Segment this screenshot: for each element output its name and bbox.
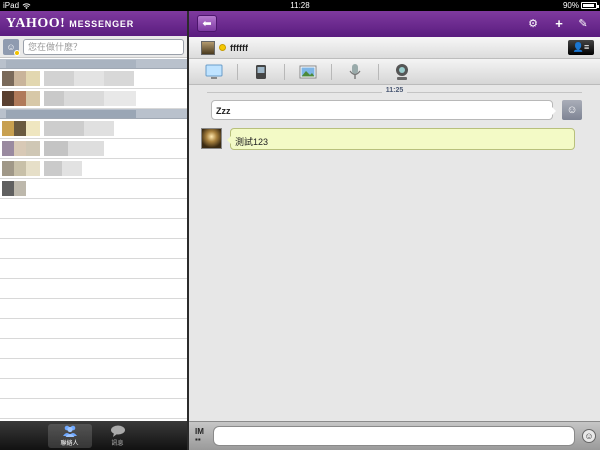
tab-contacts[interactable]: 聯絡人 (47, 424, 92, 448)
display-icon (205, 64, 223, 79)
microphone-icon (349, 63, 361, 79)
contact-group-header[interactable] (0, 109, 187, 119)
webcam-icon (396, 63, 408, 80)
clock: 11:28 (290, 1, 310, 10)
contacts-icon (62, 425, 77, 437)
compose-icon[interactable]: ✎ (576, 17, 590, 31)
call-phone-button[interactable] (246, 62, 276, 82)
send-photo-button[interactable] (293, 62, 323, 82)
contact-row[interactable] (0, 399, 187, 419)
webcam-button[interactable] (387, 62, 417, 82)
contact-row[interactable] (0, 89, 187, 109)
contact-row[interactable] (0, 69, 187, 89)
share-screen-button[interactable] (199, 62, 229, 82)
voice-button[interactable] (340, 62, 370, 82)
self-message-avatar: ☺ (562, 100, 582, 120)
app-header: YAHOO! MESSENGER (0, 11, 187, 36)
contact-row[interactable] (0, 239, 187, 259)
action-toolbar (189, 59, 600, 85)
contact-avatar[interactable] (201, 40, 215, 55)
contact-row[interactable] (0, 339, 187, 359)
phone-icon (256, 64, 266, 79)
gear-icon[interactable]: ⚙ (526, 17, 540, 31)
contact-row[interactable] (0, 299, 187, 319)
battery-icon (581, 2, 599, 9)
message-input-bar: IM ▪▪ ☺ (189, 421, 600, 450)
status-message-input[interactable] (23, 38, 184, 55)
toolbar-divider (284, 63, 285, 80)
toolbar-divider (237, 63, 238, 80)
back-arrow-icon: ⬅ (202, 18, 212, 30)
contact-row[interactable] (0, 119, 187, 139)
message-input[interactable] (213, 426, 575, 446)
smiley-icon: ☺ (584, 431, 594, 441)
photo-icon (299, 65, 317, 78)
im-mode-label[interactable]: IM ▪▪ (195, 428, 204, 444)
online-status-dot (14, 49, 20, 56)
conversation-pane: ⬅ ⚙ + ✎ ffffff 👤≡ 11:25 Zzz ☺ 測試123 IM ▪… (189, 11, 600, 450)
contact-status-dot (219, 44, 226, 51)
plus-icon[interactable]: + (552, 17, 566, 31)
toolbar-divider (331, 63, 332, 80)
back-button[interactable]: ⬅ (197, 15, 217, 32)
contact-row[interactable] (0, 199, 187, 219)
toolbar-divider (378, 63, 379, 80)
contact-message-avatar (201, 128, 222, 149)
profile-card-icon: 👤≡ (572, 42, 590, 52)
contact-row[interactable] (0, 319, 187, 339)
status-bar: iPad 11:28 90% (0, 0, 600, 11)
outgoing-message-bubble: Zzz (211, 100, 556, 120)
contacts-pane: YAHOO! MESSENGER ☺ 您在做什麼？ 聯絡人 訊息 (0, 11, 187, 450)
contact-profile-button[interactable]: 👤≡ (568, 40, 594, 55)
conversation-header: ⬅ ⚙ + ✎ (189, 11, 600, 37)
status-row: ☺ (0, 36, 187, 58)
message-list: 11:25 Zzz ☺ 測試123 (189, 85, 600, 421)
self-avatar[interactable]: ☺ (3, 38, 20, 56)
message-timestamp: 11:25 (189, 87, 600, 94)
contact-row[interactable] (0, 179, 187, 199)
contact-row[interactable] (0, 359, 187, 379)
incoming-message-bubble: 測試123 (227, 128, 575, 150)
contact-row[interactable] (0, 279, 187, 299)
contact-row[interactable] (0, 159, 187, 179)
tab-messages-label: 訊息 (111, 441, 124, 447)
smiley-face-icon: ☺ (566, 104, 578, 116)
yahoo-logo: YAHOO! (6, 15, 66, 31)
tab-messages[interactable]: 訊息 (96, 424, 140, 448)
tab-contacts-label: 聯絡人 (60, 441, 79, 447)
tab-bar: 聯絡人 訊息 (0, 421, 187, 450)
messenger-logo-text: MESSENGER (69, 18, 134, 29)
contact-name: ffffff (230, 42, 248, 53)
contact-row[interactable] (0, 219, 187, 239)
contact-row[interactable] (0, 139, 187, 159)
contact-row[interactable] (0, 259, 187, 279)
battery-percent: 90% (562, 1, 579, 10)
emoji-button[interactable]: ☺ (582, 429, 596, 443)
contact-row[interactable] (0, 379, 187, 399)
contact-group-header[interactable] (0, 59, 187, 69)
contact-info-bar: ffffff 👤≡ (189, 37, 600, 59)
contact-list (0, 59, 187, 421)
chat-bubble-icon (110, 425, 125, 437)
